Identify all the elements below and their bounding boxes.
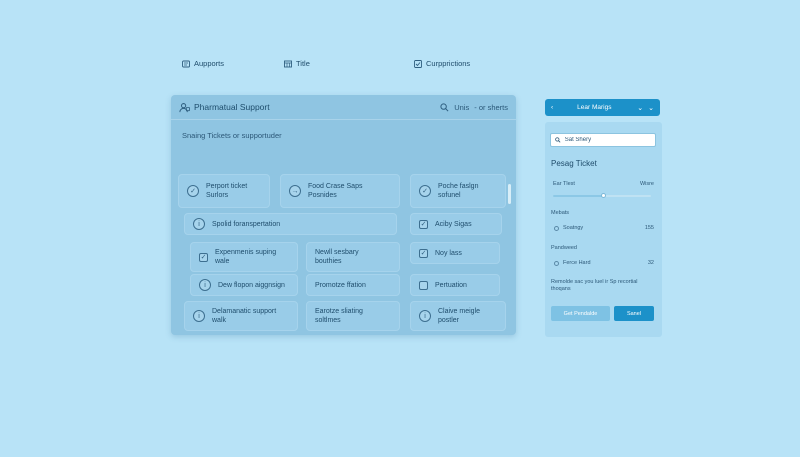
- table-cell[interactable]: Promotze ffation: [306, 274, 400, 296]
- column-header-title[interactable]: Title: [284, 59, 310, 68]
- table-icon: [284, 60, 292, 67]
- info-circle-icon: i: [419, 310, 431, 322]
- table-cell[interactable]: Newll sesbary bouthies: [306, 242, 400, 272]
- main-header: Pharmatual Support Unis - or sherts: [171, 95, 516, 120]
- radio-icon[interactable]: [554, 225, 559, 231]
- table-cell[interactable]: ✓ Perport ticket Surlors: [178, 174, 270, 208]
- cell-text: Perport ticket Surlors: [206, 183, 248, 199]
- cell-text: Claive meigle postler: [438, 308, 481, 324]
- table-cell[interactable]: i Dew flopon aiggnsign: [190, 274, 298, 296]
- side-option-row[interactable]: Soatngy 155: [554, 225, 654, 231]
- side-section-title: Pesag Ticket: [551, 159, 597, 168]
- table-cell[interactable]: Pertuation: [410, 274, 500, 296]
- side-option-count: 155: [644, 225, 654, 231]
- primary-button[interactable]: Sanel: [614, 306, 654, 321]
- cell-text: Promotze ffation: [315, 281, 366, 289]
- column-header-corrections[interactable]: Curpprictions: [414, 59, 470, 68]
- table-cell[interactable]: ✓ Poche faslgn sofunel: [410, 174, 506, 208]
- side-group-label: Pandweed: [551, 245, 577, 251]
- cell-text: Poche faslgn sofunel: [438, 183, 479, 199]
- side-option-label: Ferce Hard: [563, 260, 591, 266]
- secondary-button[interactable]: Get Pendalde: [551, 306, 610, 321]
- header-units-link[interactable]: Unis: [454, 103, 469, 112]
- cell-text: Delamanatic support walk: [212, 308, 277, 324]
- table-cell[interactable]: ✓ Expenmenis suping wale: [190, 242, 298, 272]
- cell-text: Noy lass: [435, 249, 462, 257]
- header-right: Unis - or sherts: [440, 103, 508, 112]
- slider-labels: Ear Tlest Wisre: [553, 181, 654, 187]
- checkbox-icon: [414, 59, 422, 68]
- side-option-label: Soatngy: [563, 225, 584, 231]
- slider-fill: [553, 195, 604, 197]
- column-header-label: Curpprictions: [426, 59, 471, 68]
- ticket-icon: [182, 60, 190, 67]
- check-square-icon: ✓: [199, 252, 208, 262]
- scrollbar[interactable]: [508, 184, 511, 204]
- table-cell[interactable]: i Spolid foranspertation: [184, 213, 397, 235]
- column-header-label: Aupports: [194, 59, 225, 68]
- user-support-icon: [179, 102, 190, 112]
- side-option-count: 32: [647, 260, 654, 266]
- check-circle-icon: ✓: [187, 185, 199, 197]
- app-title: Pharmatual Support: [194, 102, 270, 112]
- square-icon: [419, 280, 428, 290]
- side-option-row[interactable]: Ferce Hard 32: [554, 260, 654, 266]
- cell-text: Food Crase Saps Posnides: [308, 183, 363, 199]
- table-cell[interactable]: i Claive meigle postler: [410, 301, 506, 331]
- check-circle-icon: ✓: [419, 185, 431, 197]
- header-shorts-link[interactable]: - or sherts: [474, 103, 508, 112]
- table-cell[interactable]: ✓ Noy lass: [410, 242, 500, 264]
- slider-right-label: Wisre: [639, 181, 654, 187]
- table-cell[interactable]: i Delamanatic support walk: [184, 301, 298, 331]
- column-header-supports[interactable]: Aupports: [182, 59, 224, 68]
- column-header-label: Title: [296, 59, 310, 68]
- cell-text: Dew flopon aiggnsign: [218, 281, 285, 289]
- side-group-label: Mebats: [551, 210, 570, 216]
- cell-text: Earotze sliating soltlmes: [315, 308, 363, 324]
- slider-track[interactable]: [553, 193, 651, 198]
- page-subtitle: Snaing Tickets or supportuder: [182, 131, 282, 140]
- search-icon: [555, 137, 561, 143]
- info-circle-icon: i: [193, 218, 205, 230]
- info-circle-icon: i: [193, 310, 205, 322]
- table-cell[interactable]: → Food Crase Saps Posnides: [280, 174, 400, 208]
- table-cell[interactable]: Earotze sliating soltlmes: [306, 301, 400, 331]
- chevron-down-icon[interactable]: ⌄: [648, 104, 654, 112]
- table-cell[interactable]: ✓ Aciby Sigas: [410, 213, 502, 235]
- slider-left-label: Ear Tlest: [553, 181, 575, 187]
- radio-icon[interactable]: [554, 260, 559, 266]
- side-search-input[interactable]: [564, 137, 651, 143]
- cell-text: Expenmenis suping wale: [215, 249, 277, 265]
- info-circle-icon: i: [199, 279, 211, 291]
- side-note: Remolde sac you luel ir Sp recortial tho…: [551, 279, 638, 292]
- chevron-left-icon[interactable]: ‹: [551, 104, 553, 111]
- arrow-right-icon: →: [289, 185, 301, 197]
- side-header-title: Lear Marigs: [577, 104, 612, 111]
- chevron-down-icon[interactable]: ⌄: [637, 104, 643, 112]
- check-square-icon: ✓: [419, 248, 428, 258]
- cell-text: Aciby Sigas: [435, 220, 472, 228]
- search-icon[interactable]: [440, 102, 449, 112]
- check-square-icon: ✓: [419, 219, 428, 229]
- side-header[interactable]: ‹ Lear Marigs ⌄ ⌄: [545, 99, 660, 116]
- cell-text: Spolid foranspertation: [212, 220, 281, 228]
- cell-text: Newll sesbary bouthies: [315, 249, 359, 265]
- side-search[interactable]: [550, 133, 656, 147]
- cell-text: Pertuation: [435, 281, 467, 289]
